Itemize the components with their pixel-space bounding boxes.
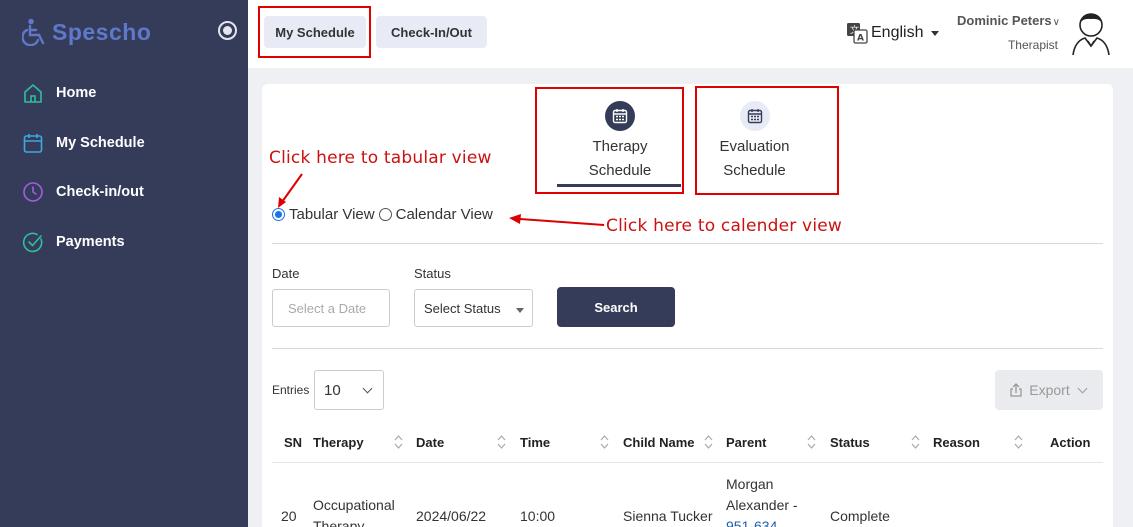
column-header-time[interactable]: Time	[520, 435, 550, 450]
view-toggle: Tabular View Calendar View	[272, 206, 493, 223]
cell-child-name: Sienna Tucker	[623, 508, 713, 524]
sort-icon[interactable]	[600, 434, 609, 450]
language-selector[interactable]: 文 A English	[846, 22, 940, 44]
column-header-parent[interactable]: Parent	[726, 435, 766, 450]
cell-therapy: Occupational Therapy	[313, 497, 395, 527]
sidebar-item-label: My Schedule	[56, 135, 145, 151]
chevron-down-icon: ∨	[1052, 17, 1060, 28]
check-circle-icon	[22, 232, 43, 253]
sort-icon[interactable]	[704, 434, 713, 450]
entries-value: 10	[324, 381, 341, 399]
user-name-text: Dominic Peters	[957, 13, 1052, 28]
cell-sn: 20	[281, 508, 297, 524]
column-header-sn[interactable]: SN	[284, 435, 302, 450]
sidebar-item-label: Payments	[56, 234, 125, 250]
sidebar-item-payments[interactable]: Payments	[22, 231, 125, 253]
cell-parent: Morgan Alexander -951-634	[726, 474, 798, 527]
sort-icon[interactable]	[394, 434, 403, 450]
status-select-value: Select Status	[424, 300, 501, 316]
column-header-date[interactable]: Date	[416, 435, 444, 450]
tabular-view-label[interactable]: Tabular View	[289, 206, 375, 223]
sort-icon[interactable]	[1014, 434, 1023, 450]
cell-time: 10:00	[520, 508, 556, 524]
entries-select[interactable]: 10	[314, 370, 384, 410]
sort-icon[interactable]	[497, 434, 506, 450]
upload-icon	[1010, 383, 1022, 397]
svg-text:A: A	[857, 34, 864, 44]
highlight-box	[258, 6, 371, 58]
highlight-box	[535, 87, 684, 194]
entries-label: Entries	[272, 383, 310, 397]
sort-icon[interactable]	[807, 434, 816, 450]
sidebar-item-my-schedule[interactable]: My Schedule	[22, 132, 145, 154]
sidebar-toggle-button[interactable]	[218, 21, 237, 40]
caret-down-icon	[931, 30, 940, 36]
chevron-down-icon-wrap	[1076, 383, 1090, 395]
toggle-dot-icon	[223, 26, 232, 35]
date-input[interactable]: Select a Date	[272, 289, 390, 327]
user-name[interactable]: Dominic Peters∨	[957, 13, 1060, 28]
brand-name: Spescho	[52, 18, 152, 45]
sidebar-item-label: Check-in/out	[56, 184, 144, 200]
home-icon	[24, 84, 42, 103]
calendar-icon	[23, 134, 43, 153]
cell-date: 2024/06/22	[416, 508, 487, 524]
user-role: Therapist	[1007, 38, 1058, 52]
status-select[interactable]: Select Status	[414, 289, 533, 327]
calendar-view-radio[interactable]	[378, 208, 392, 221]
avatar[interactable]	[1069, 8, 1113, 56]
tabular-view-hint: Click here to tabular view	[269, 148, 492, 168]
calendar-view-hint: Click here to calender view	[606, 216, 843, 236]
column-header-status[interactable]: Status	[830, 435, 870, 450]
tab-check-in-out[interactable]: Check-In/Out	[376, 16, 487, 48]
cell-status: Complete	[830, 508, 890, 524]
divider	[272, 243, 1103, 244]
top-bar: My Schedule Check-In/Out 文 A English Dom…	[248, 0, 1133, 68]
annotation-arrow	[509, 214, 605, 226]
parent-phone-link[interactable]: 951-634	[726, 518, 777, 527]
sidebar-item-check-in-out[interactable]: Check-in/out	[22, 181, 144, 203]
export-label: Export	[1029, 382, 1070, 398]
column-header-child-name[interactable]: Child Name	[623, 435, 695, 450]
sidebar: Spescho Home My Schedule Check-in/out Pa…	[0, 0, 248, 527]
sidebar-item-home[interactable]: Home	[22, 82, 96, 104]
table-header-divider	[272, 462, 1103, 463]
column-header-therapy[interactable]: Therapy	[313, 435, 364, 450]
sidebar-item-label: Home	[56, 85, 97, 101]
wheelchair-icon	[22, 18, 45, 46]
column-header-reason[interactable]: Reason	[933, 435, 980, 450]
caret-down-icon	[516, 308, 524, 313]
tabular-view-radio[interactable]	[272, 208, 285, 221]
logo[interactable]: Spescho	[22, 18, 151, 46]
search-button[interactable]: Search	[557, 287, 675, 327]
chevron-down-icon	[1077, 383, 1088, 394]
status-label: Status	[414, 266, 451, 281]
highlight-box	[695, 86, 839, 195]
export-button[interactable]: Export	[995, 370, 1103, 410]
clock-icon	[23, 182, 43, 202]
translate-icon: 文 A	[847, 23, 868, 44]
calendar-view-label[interactable]: Calendar View	[396, 206, 493, 223]
divider	[272, 348, 1103, 349]
language-label: English	[871, 24, 924, 41]
column-header-action: Action	[1050, 435, 1091, 450]
sort-icon[interactable]	[911, 434, 920, 450]
chevron-down-icon	[362, 383, 373, 394]
date-label: Date	[272, 266, 300, 281]
